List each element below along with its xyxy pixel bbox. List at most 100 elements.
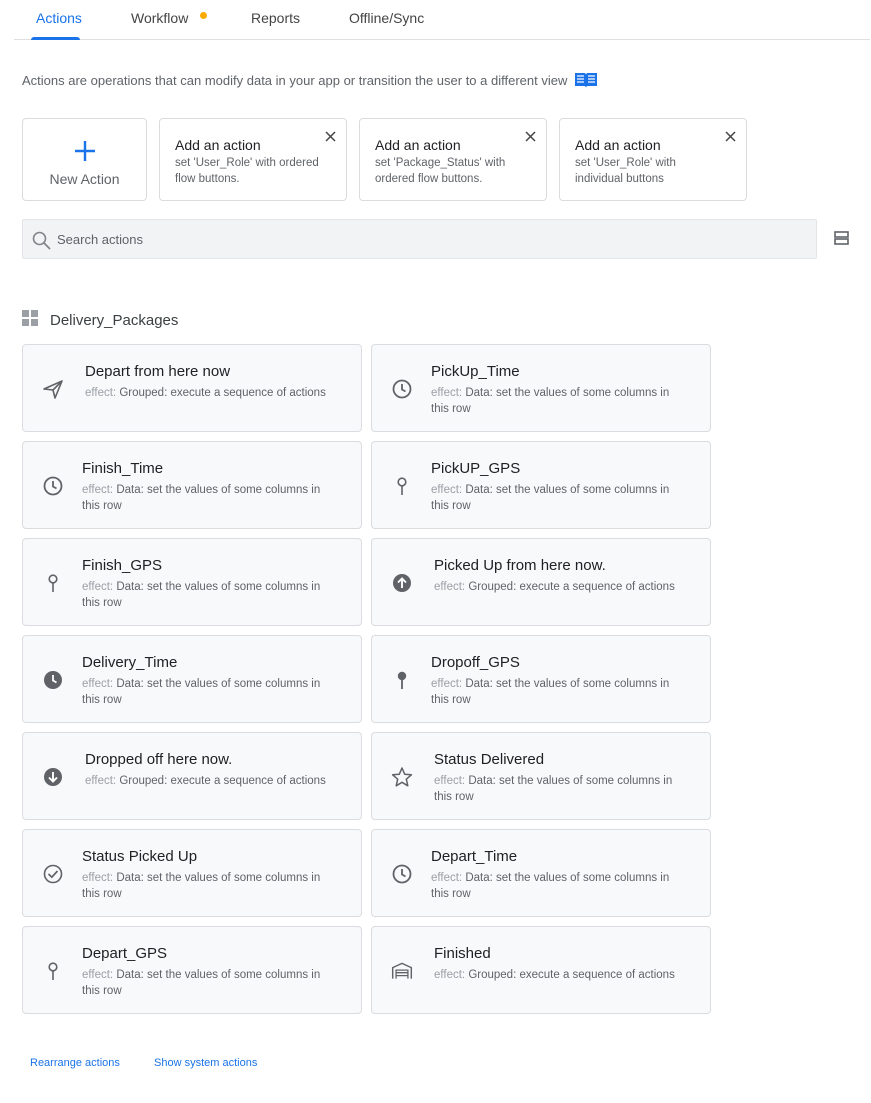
rearrange-actions-link[interactable]: Rearrange actions bbox=[30, 1057, 120, 1069]
action-effect: effect: Data: set the values of some col… bbox=[431, 385, 681, 417]
action-card[interactable]: Depart from here now effect: Grouped: exe… bbox=[22, 344, 362, 432]
effect-value: Data: set the values of some columns in … bbox=[82, 581, 321, 609]
effect-value: Grouped: execute a sequence of actions bbox=[119, 775, 326, 787]
search-icon bbox=[32, 231, 51, 255]
effect-value: Data: set the values of some columns in … bbox=[82, 969, 321, 997]
action-card[interactable]: Finished effect: Grouped: execute a seque… bbox=[371, 926, 711, 1014]
effect-value: Data: set the values of some columns in … bbox=[431, 387, 670, 415]
effect-value: Grouped: execute a sequence of actions bbox=[468, 581, 675, 593]
send-icon bbox=[42, 378, 64, 400]
tab-workflow[interactable]: Workflow bbox=[131, 10, 188, 26]
effect-key-label: effect: bbox=[82, 678, 114, 690]
action-card[interactable]: Status Picked Up effect: Data: set the va… bbox=[22, 829, 362, 917]
effect-key-label: effect: bbox=[431, 387, 463, 399]
table-grid-icon bbox=[22, 310, 38, 331]
action-effect: effect: Data: set the values of some col… bbox=[431, 482, 681, 514]
effect-key-label: effect: bbox=[434, 581, 466, 593]
action-effect: effect: Grouped: execute a sequence of a… bbox=[85, 773, 335, 789]
action-effect: effect: Grouped: execute a sequence of a… bbox=[434, 579, 684, 595]
new-action-label: New Action bbox=[49, 171, 120, 187]
search-input[interactable] bbox=[57, 220, 797, 258]
action-name: Finish_Time bbox=[82, 460, 164, 477]
tab-actions[interactable]: Actions bbox=[36, 10, 82, 26]
effect-key-label: effect: bbox=[82, 484, 114, 496]
action-card[interactable]: Finish_Time effect: Data: set the values … bbox=[22, 441, 362, 529]
star-icon bbox=[391, 766, 413, 788]
action-name: Dropped off here now. bbox=[85, 751, 233, 768]
action-card[interactable]: PickUp_Time effect: Data: set the values … bbox=[371, 344, 711, 432]
suggestion-description: set 'User_Role' with ordered flow button… bbox=[175, 157, 319, 185]
tab-offline-sync[interactable]: Offline/Sync bbox=[349, 10, 424, 26]
effect-key-label: effect: bbox=[82, 969, 114, 981]
action-name: Picked Up from here now. bbox=[434, 557, 606, 574]
clock-icon bbox=[391, 378, 413, 400]
suggestion-card[interactable]: Add an action set 'User_Role' with order… bbox=[159, 118, 347, 201]
effect-value: Data: set the values of some columns in … bbox=[82, 678, 321, 706]
action-effect: effect: Data: set the values of some col… bbox=[82, 870, 332, 902]
close-icon[interactable] bbox=[325, 129, 336, 147]
suggestion-title: Add an action bbox=[375, 137, 461, 153]
pin-icon bbox=[42, 960, 64, 982]
effect-key-label: effect: bbox=[431, 872, 463, 884]
effect-key-label: effect: bbox=[85, 387, 117, 399]
view-toggle-icon[interactable] bbox=[834, 231, 849, 250]
action-card[interactable]: Depart_Time effect: Data: set the values … bbox=[371, 829, 711, 917]
action-name: Depart_GPS bbox=[82, 945, 168, 962]
action-effect: effect: Data: set the values of some col… bbox=[82, 482, 332, 514]
action-effect: effect: Data: set the values of some col… bbox=[82, 676, 332, 708]
action-effect: effect: Grouped: execute a sequence of a… bbox=[434, 967, 684, 983]
effect-value: Data: set the values of some columns in … bbox=[82, 872, 321, 900]
pin-icon bbox=[391, 475, 413, 497]
effect-value: Grouped: execute a sequence of actions bbox=[119, 387, 326, 399]
effect-value: Data: set the values of some columns in … bbox=[431, 872, 670, 900]
suggestion-card[interactable]: Add an action set 'User_Role' with indiv… bbox=[559, 118, 747, 201]
effect-value: Grouped: execute a sequence of actions bbox=[468, 969, 675, 981]
action-effect: effect: Data: set the values of some col… bbox=[434, 773, 684, 805]
clock-icon bbox=[42, 475, 64, 497]
effect-value: Data: set the values of some columns in … bbox=[431, 678, 670, 706]
book-icon[interactable] bbox=[574, 71, 598, 89]
action-card[interactable]: Status Delivered effect: Data: set the va… bbox=[371, 732, 711, 820]
action-name: Finish_GPS bbox=[82, 557, 163, 574]
action-effect: effect: Grouped: execute a sequence of a… bbox=[85, 385, 335, 401]
effect-key-label: effect: bbox=[434, 775, 466, 787]
clock-icon bbox=[391, 863, 413, 885]
action-effect: effect: Data: set the values of some col… bbox=[82, 579, 332, 611]
pin-filled-icon bbox=[391, 669, 413, 691]
effect-key-label: effect: bbox=[82, 872, 114, 884]
action-name: Depart_Time bbox=[431, 848, 518, 865]
suggestion-card[interactable]: Add an action set 'Package_Status' with … bbox=[359, 118, 547, 201]
pin-icon bbox=[42, 572, 64, 594]
action-card[interactable]: Dropped off here now. effect: Grouped: ex… bbox=[22, 732, 362, 820]
action-name: PickUP_GPS bbox=[431, 460, 521, 477]
action-card[interactable]: Finish_GPS effect: Data: set the values o… bbox=[22, 538, 362, 626]
workflow-notification-dot bbox=[200, 12, 207, 19]
suggestion-title: Add an action bbox=[175, 137, 261, 153]
effect-value: Data: set the values of some columns in … bbox=[431, 484, 670, 512]
tab-reports[interactable]: Reports bbox=[251, 10, 300, 26]
garage-icon bbox=[391, 960, 413, 982]
show-system-actions-link[interactable]: Show system actions bbox=[154, 1057, 257, 1069]
action-name: Finished bbox=[434, 945, 491, 962]
active-tab-indicator bbox=[31, 37, 80, 40]
action-card[interactable]: Dropoff_GPS effect: Data: set the values … bbox=[371, 635, 711, 723]
effect-key-label: effect: bbox=[85, 775, 117, 787]
actions-description-text: Actions are operations that can modify d… bbox=[22, 72, 568, 88]
effect-value: Data: set the values of some columns in … bbox=[434, 775, 673, 803]
plus-icon bbox=[73, 139, 97, 168]
action-name: Delivery_Time bbox=[82, 654, 178, 671]
action-card[interactable]: Depart_GPS effect: Data: set the values o… bbox=[22, 926, 362, 1014]
suggestion-description: set 'User_Role' with individual buttons bbox=[575, 157, 676, 185]
arrow-down-circle-icon bbox=[42, 766, 64, 788]
search-bar bbox=[22, 219, 817, 259]
table-group-header: Delivery_Packages bbox=[22, 310, 178, 331]
close-icon[interactable] bbox=[725, 129, 736, 147]
new-action-button[interactable]: New Action bbox=[22, 118, 147, 201]
effect-key-label: effect: bbox=[82, 581, 114, 593]
action-card[interactable]: Picked Up from here now. effect: Grouped:… bbox=[371, 538, 711, 626]
tab-bar: Actions Workflow Reports Offline/Sync bbox=[14, 0, 870, 40]
action-card[interactable]: PickUP_GPS effect: Data: set the values o… bbox=[371, 441, 711, 529]
action-card[interactable]: Delivery_Time effect: Data: set the value… bbox=[22, 635, 362, 723]
action-name: Status Picked Up bbox=[82, 848, 198, 865]
close-icon[interactable] bbox=[525, 129, 536, 147]
